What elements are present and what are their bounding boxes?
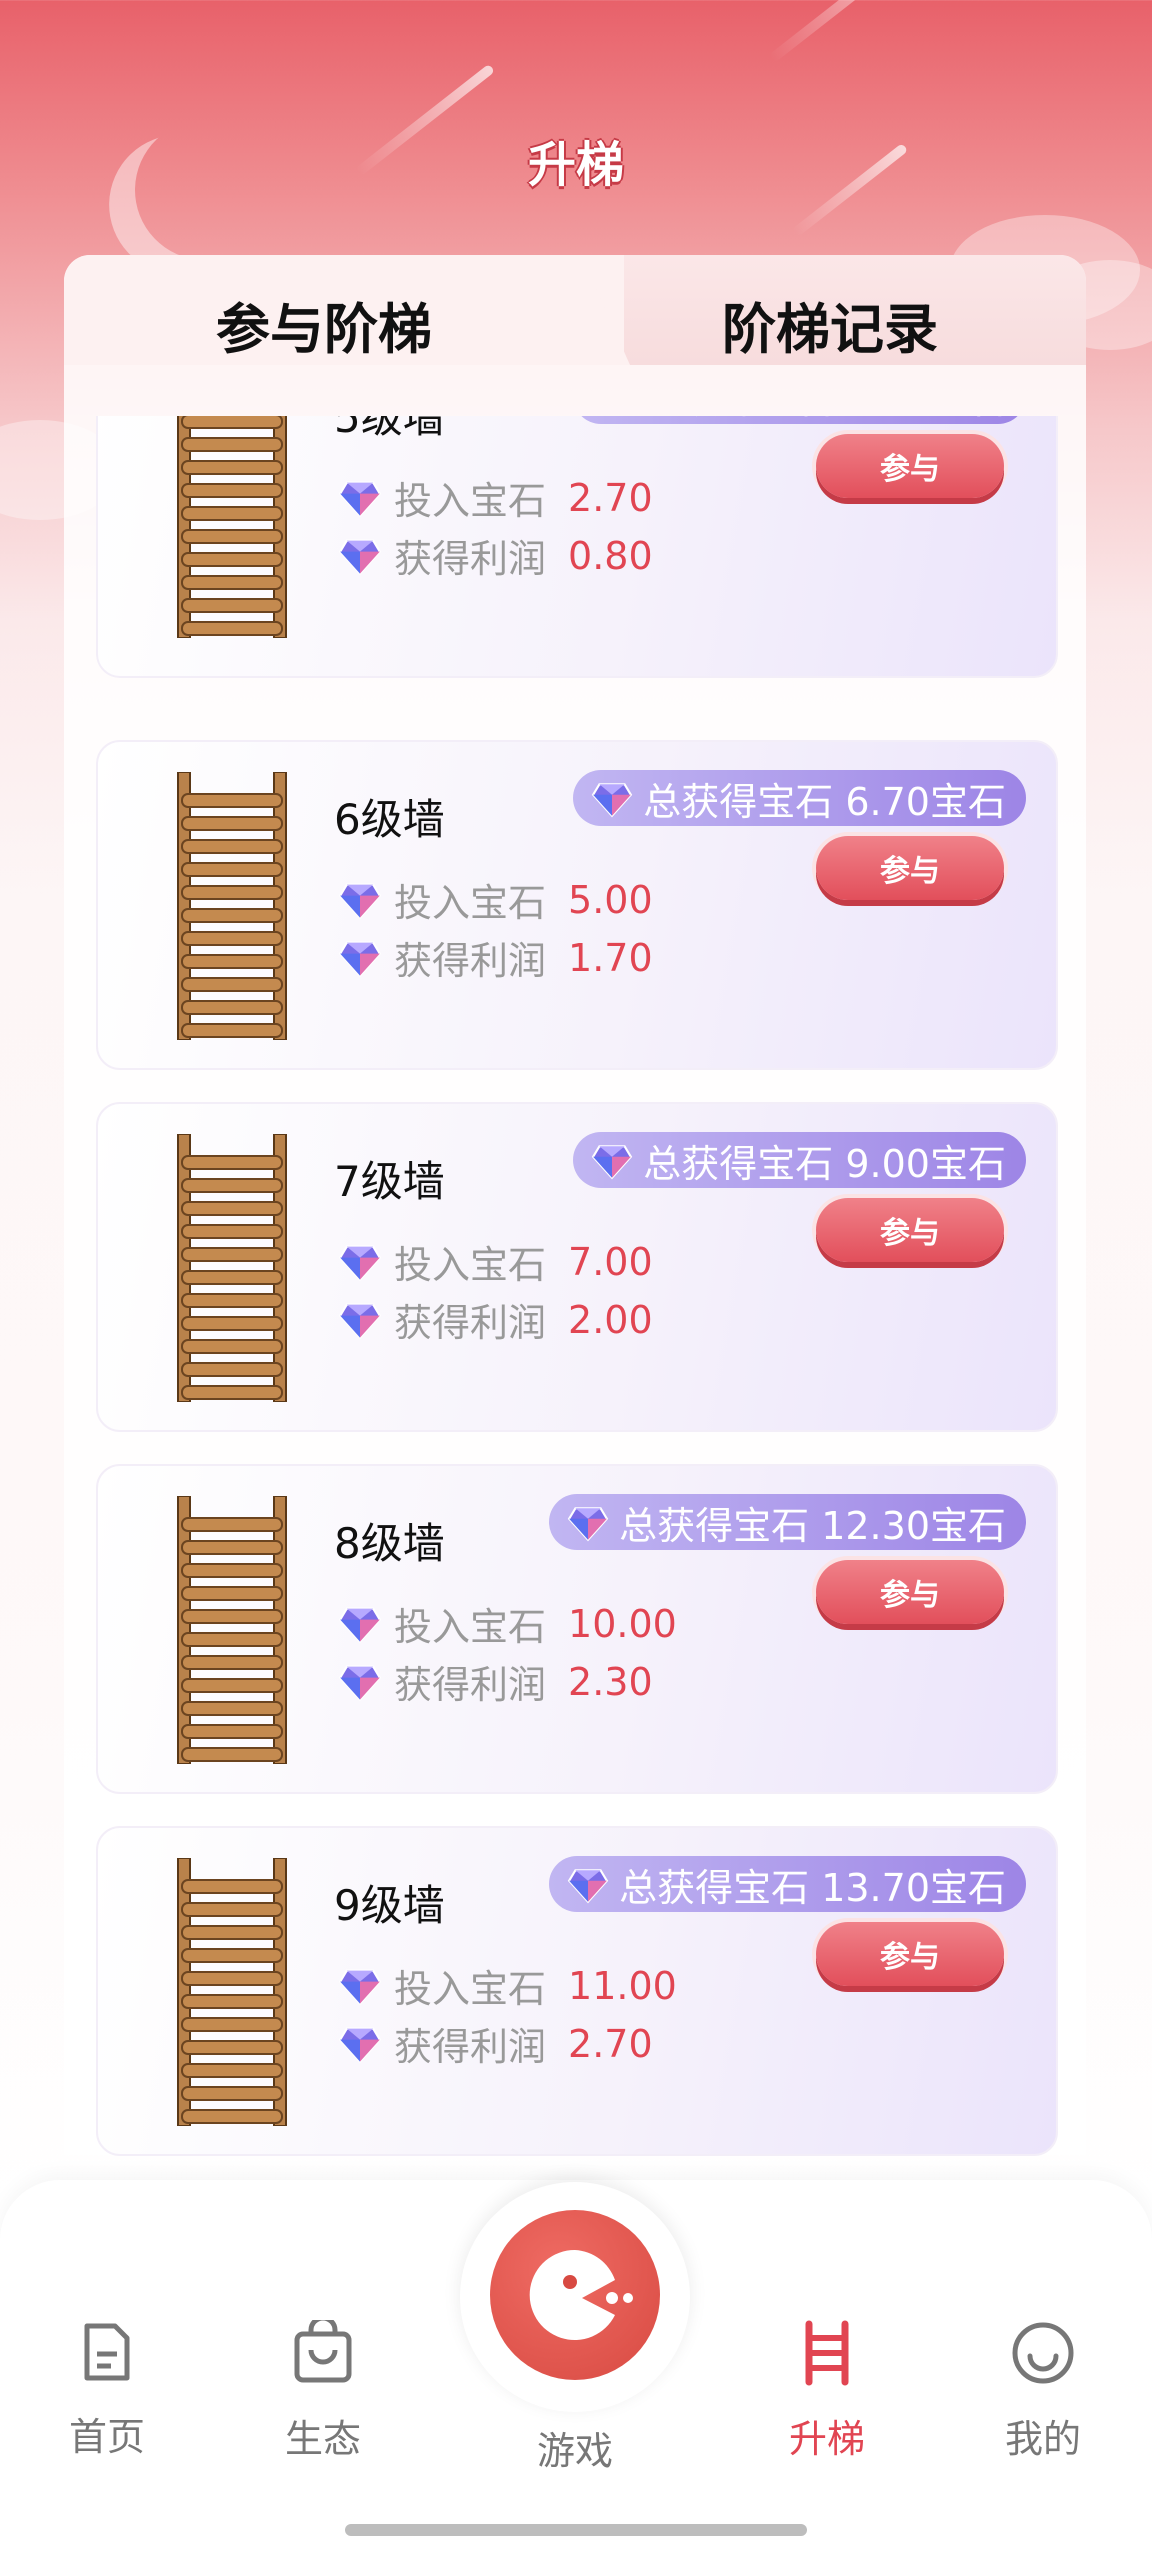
total-gems-text: 总获得宝石 13.70宝石 — [619, 1865, 1006, 1910]
gem-icon — [338, 1303, 382, 1339]
shopping-bag-icon — [294, 2315, 352, 2383]
profit-row: 获得利润 1.70 — [338, 930, 653, 985]
invest-value: 5.00 — [568, 877, 653, 922]
gem-icon — [592, 783, 633, 818]
invest-row: 投入宝石 10.00 — [338, 1596, 677, 1651]
wall-level: 9级墙 — [334, 1881, 445, 1930]
join-button[interactable]: 参与 — [816, 1560, 1004, 1624]
total-gems-badge: 总获得宝石 13.70宝石 — [549, 1856, 1026, 1912]
total-gems-text: 总获得宝石 9.00宝石 — [643, 1141, 1006, 1186]
nav-label-ecology: 生态 — [284, 2417, 361, 2461]
profit-row: 获得利润 2.00 — [338, 1292, 653, 1347]
wall-level: 8级墙 — [334, 1519, 445, 1568]
gem-icon — [338, 2027, 382, 2063]
profit-value: 2.00 — [568, 1297, 653, 1342]
ladder-card: 7级墙 总获得宝石 9.00宝石投入宝石 7.00 获得利润 2.00 参与 — [96, 1102, 1058, 1432]
profit-label: 获得利润 — [394, 2025, 547, 2069]
ladder-illustration — [177, 1134, 287, 1402]
total-gems-badge: 总获得宝石 9.00宝石 — [573, 1132, 1026, 1188]
nav-label-mine: 我的 — [1004, 2417, 1081, 2461]
join-button[interactable]: 参与 — [816, 836, 1004, 900]
ladder-card: 6级墙 总获得宝石 6.70宝石投入宝石 5.00 获得利润 1.70 参与 — [96, 740, 1058, 1070]
total-gems-text: 总获得宝石 6.70宝石 — [643, 779, 1006, 824]
tab-ladder-records[interactable]: 阶梯记录 — [620, 285, 1040, 364]
ladder-card: 8级墙 总获得宝石 12.30宝石投入宝石 10.00 获得利润 2.30 参与 — [96, 1464, 1058, 1794]
ladder-icon — [805, 2320, 849, 2386]
invest-row: 投入宝石 2.70 — [338, 470, 653, 525]
invest-label: 投入宝石 — [394, 1967, 547, 2011]
pacman-icon — [529, 2249, 633, 2340]
invest-row: 投入宝石 11.00 — [338, 1958, 677, 2013]
profit-label: 获得利润 — [394, 1301, 547, 1345]
invest-row: 投入宝石 5.00 — [338, 872, 653, 927]
gem-icon — [338, 1245, 382, 1281]
ladder-illustration — [177, 1858, 287, 2126]
invest-value: 11.00 — [568, 1963, 677, 2008]
wall-level: 7级墙 — [334, 1157, 445, 1206]
profit-row: 获得利润 2.70 — [338, 2016, 653, 2071]
profit-value: 2.70 — [568, 2021, 653, 2066]
gem-icon — [338, 1607, 382, 1643]
ladder-illustration — [177, 772, 287, 1040]
ladder-illustration — [177, 1496, 287, 1764]
gem-icon — [592, 1145, 633, 1180]
ladder-card: 9级墙 总获得宝石 13.70宝石投入宝石 11.00 获得利润 2.70 参与 — [96, 1826, 1058, 2156]
profit-value: 1.70 — [568, 935, 653, 980]
profit-label: 获得利润 — [394, 537, 547, 581]
tab-join-ladder[interactable]: 参与阶梯 — [64, 285, 584, 364]
total-gems-badge: 总获得宝石 12.30宝石 — [549, 1494, 1026, 1550]
invest-value: 10.00 — [568, 1601, 677, 1646]
profit-label: 获得利润 — [394, 1663, 547, 1707]
gem-icon — [338, 1969, 382, 2005]
total-gems-badge: 总获得宝石 6.70宝石 — [573, 770, 1026, 826]
invest-label: 投入宝石 — [394, 1243, 547, 1287]
gem-icon — [338, 883, 382, 919]
meteor-decoration — [768, 0, 862, 63]
gem-icon — [338, 1665, 382, 1701]
invest-label: 投入宝石 — [394, 881, 547, 925]
wall-level: 6级墙 — [334, 795, 445, 844]
gem-icon — [338, 941, 382, 977]
invest-value: 2.70 — [568, 475, 653, 520]
invest-value: 7.00 — [568, 1239, 653, 1284]
nav-label-game[interactable]: 游戏 — [460, 2420, 690, 2475]
home-indicator — [345, 2524, 807, 2536]
page-title: 升梯 — [527, 137, 624, 193]
invest-row: 投入宝石 7.00 — [338, 1234, 653, 1289]
profit-row: 获得利润 2.30 — [338, 1654, 653, 1709]
nav-label-home: 首页 — [68, 2415, 145, 2459]
gem-icon — [567, 1507, 609, 1542]
invest-label: 投入宝石 — [394, 1605, 547, 1649]
gem-icon — [338, 539, 382, 575]
invest-label: 投入宝石 — [394, 479, 547, 523]
profit-row: 获得利润 0.80 — [338, 528, 653, 583]
nav-item-mine[interactable]: 我的 — [978, 2320, 1108, 2463]
gem-icon — [338, 481, 382, 517]
join-button[interactable]: 参与 — [816, 1922, 1004, 1986]
nav-item-ecology[interactable]: 生态 — [258, 2315, 388, 2463]
smiley-icon — [1012, 2322, 1074, 2384]
join-button[interactable]: 参与 — [816, 1198, 1004, 1262]
game-button[interactable] — [490, 2210, 660, 2380]
nav-label-ladder: 升梯 — [788, 2417, 865, 2461]
total-gems-text: 总获得宝石 12.30宝石 — [619, 1503, 1006, 1548]
profit-label: 获得利润 — [394, 939, 547, 983]
profit-value: 2.30 — [568, 1659, 653, 1704]
nav-item-ladder[interactable]: 升梯 — [762, 2320, 892, 2463]
gem-icon — [567, 1869, 609, 1904]
join-button[interactable]: 参与 — [816, 434, 1004, 498]
nav-item-home[interactable]: 首页 — [42, 2320, 172, 2461]
document-icon — [84, 2323, 130, 2381]
profit-value: 0.80 — [568, 533, 653, 578]
